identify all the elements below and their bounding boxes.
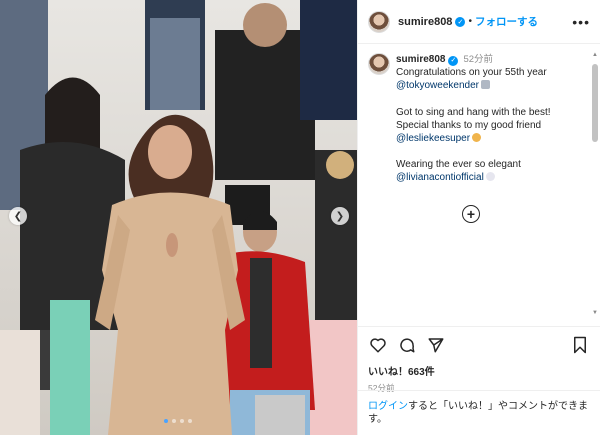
- caption-body: sumire808 ✓ 52分前 Congratulations on your 5…: [396, 53, 551, 185]
- send-icon: [428, 338, 444, 353]
- login-prompt: ログインすると「いいね！」やコメントができます。: [358, 390, 600, 435]
- scroll-up-icon[interactable]: ▲: [592, 52, 598, 58]
- separator-dot: •: [468, 16, 472, 27]
- heart-emoji-icon: [485, 172, 495, 182]
- verified-badge-icon: ✓: [448, 55, 459, 66]
- caption-line: Congratulations on your 55th year: [396, 67, 547, 79]
- bookmark-icon: [574, 336, 586, 354]
- more-options-icon[interactable]: •••: [572, 14, 590, 30]
- caption-time: 52分前: [463, 54, 494, 65]
- login-link[interactable]: ログイン: [368, 401, 408, 412]
- instagram-embed: ❮ ❯ sumire808 ✓ • フォローする ••• sumire808 ✓ 5…: [0, 0, 600, 435]
- carousel-dot: [164, 419, 168, 423]
- previous-slide-button[interactable]: ❮: [9, 207, 27, 225]
- follow-button[interactable]: フォローする: [475, 14, 538, 29]
- caption-comment: sumire808 ✓ 52分前 Congratulations on your 5…: [368, 53, 580, 185]
- comment-button[interactable]: [397, 335, 417, 355]
- scroll-down-icon[interactable]: ▼: [592, 310, 598, 316]
- share-button[interactable]: [426, 335, 446, 355]
- mention-link[interactable]: @lesliekeesuper: [396, 133, 470, 144]
- chevron-left-icon: ❮: [13, 210, 23, 222]
- comments-area: sumire808 ✓ 52分前 Congratulations on your 5…: [358, 45, 590, 325]
- like-button[interactable]: [368, 335, 388, 355]
- carousel-dot: [180, 419, 184, 423]
- post-actions: いいね！663件 52分前: [358, 326, 600, 394]
- carousel-dot: [188, 419, 192, 423]
- carousel-dot: [172, 419, 176, 423]
- scroll-thumb[interactable]: [592, 64, 598, 142]
- next-slide-button[interactable]: ❯: [331, 207, 349, 225]
- caption-line: Got to sing and hang with the best!: [396, 106, 551, 118]
- comments-scrollbar[interactable]: ▲ ▼: [591, 52, 599, 322]
- caption-username[interactable]: sumire808: [396, 54, 445, 65]
- photo-illustration: [0, 0, 357, 435]
- avatar[interactable]: [368, 10, 390, 33]
- save-button[interactable]: [570, 335, 590, 355]
- likes-count[interactable]: いいね！663件: [368, 363, 590, 378]
- caption-line: Special thanks to my good friend: [396, 119, 542, 131]
- chevron-right-icon: ❯: [335, 210, 345, 222]
- verified-badge-icon: ✓: [455, 16, 466, 27]
- mention-link[interactable]: @livianacontiofficial: [396, 172, 484, 183]
- comment-icon: [400, 338, 415, 353]
- post-photo[interactable]: ❮ ❯: [0, 0, 357, 435]
- load-more-comments-icon[interactable]: +: [462, 205, 480, 223]
- heart-icon: [370, 338, 386, 353]
- avatar[interactable]: [368, 53, 390, 75]
- post-sidebar: sumire808 ✓ • フォローする ••• sumire808 ✓ 52分前 …: [357, 0, 600, 435]
- newspaper-emoji-icon: [480, 80, 490, 90]
- post-header: sumire808 ✓ • フォローする •••: [358, 0, 600, 44]
- carousel-indicator: [164, 419, 192, 423]
- username-link[interactable]: sumire808: [398, 16, 452, 28]
- mention-link[interactable]: @tokyoweekender: [396, 80, 479, 91]
- caption-line: Wearing the ever so elegant: [396, 159, 521, 171]
- pray-emoji-icon: [472, 133, 482, 143]
